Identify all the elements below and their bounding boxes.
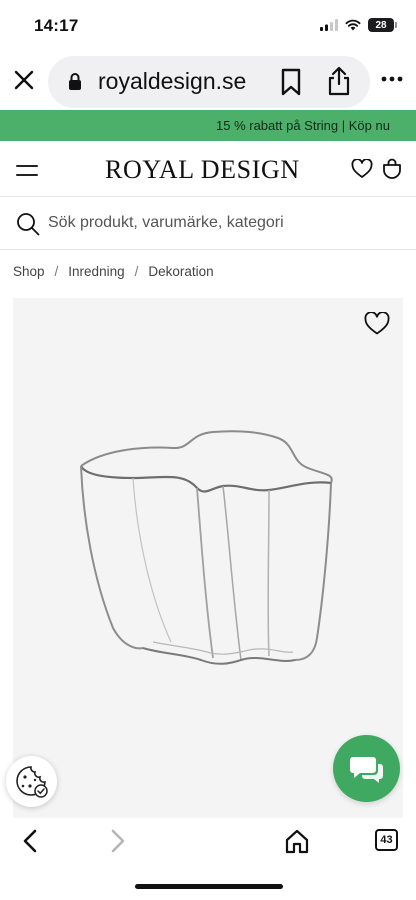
- glass-vase-image: [80, 430, 333, 665]
- close-icon[interactable]: [12, 66, 36, 94]
- bookmark-icon[interactable]: [280, 68, 302, 96]
- more-icon[interactable]: [380, 74, 404, 84]
- browser-toolbar: 43: [0, 818, 416, 864]
- signal-icon: [320, 19, 338, 31]
- home-indicator[interactable]: [135, 884, 283, 889]
- promo-banner[interactable]: 15 % rabatt på String | Köp nu: [0, 110, 416, 141]
- lock-icon: [69, 73, 81, 90]
- breadcrumb-item-shop[interactable]: Shop: [13, 264, 45, 279]
- bag-icon[interactable]: [382, 157, 402, 179]
- status-time: 14:17: [34, 16, 79, 35]
- breadcrumb-separator: /: [54, 264, 59, 279]
- battery-level: 28: [375, 19, 387, 31]
- wifi-icon: [345, 19, 361, 31]
- tabs-icon[interactable]: 43: [375, 829, 398, 851]
- search-bar: [0, 198, 416, 250]
- forward-icon[interactable]: [108, 828, 128, 854]
- heart-icon[interactable]: [351, 159, 373, 179]
- tab-count: 43: [380, 834, 393, 846]
- search-icon: [17, 213, 40, 236]
- promo-text[interactable]: 15 % rabatt på String | Köp nu: [216, 118, 390, 133]
- breadcrumb-item-inredning[interactable]: Inredning: [68, 264, 124, 279]
- share-icon[interactable]: [326, 66, 352, 96]
- search-input[interactable]: [48, 210, 398, 236]
- menu-icon[interactable]: [16, 165, 38, 177]
- chat-button[interactable]: [333, 735, 400, 802]
- status-icons: 28: [320, 18, 397, 32]
- cookie-icon: [16, 766, 48, 798]
- url-text[interactable]: royaldesign.se: [98, 68, 246, 95]
- breadcrumb-separator: /: [134, 264, 139, 279]
- battery-icon: 28: [368, 18, 397, 32]
- status-bar: 14:17 28: [0, 0, 416, 52]
- browser-url-row: royaldesign.se: [0, 54, 416, 108]
- back-icon[interactable]: [20, 828, 40, 854]
- favorite-heart-icon[interactable]: [364, 312, 390, 336]
- site-logo[interactable]: ROYAL DESIGN: [105, 155, 300, 185]
- cookie-settings-button[interactable]: [6, 756, 57, 807]
- site-header: ROYAL DESIGN: [0, 141, 416, 197]
- breadcrumb: Shop / Inredning / Dekoration: [13, 264, 214, 279]
- address-bar[interactable]: royaldesign.se: [48, 56, 370, 108]
- breadcrumb-item-dekoration[interactable]: Dekoration: [148, 264, 213, 279]
- home-icon[interactable]: [284, 828, 310, 854]
- chat-icon: [350, 757, 383, 783]
